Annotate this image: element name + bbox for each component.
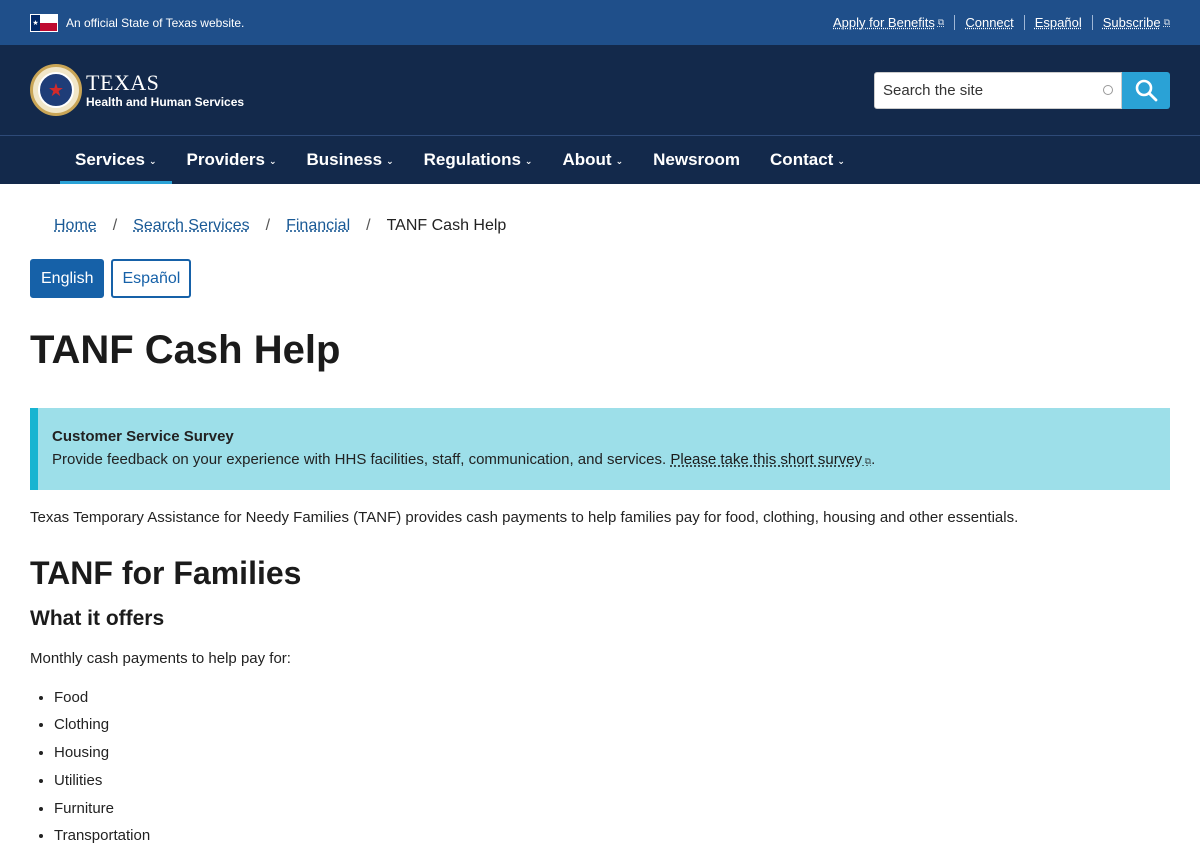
hhs-logo[interactable]: ★ TEXAS Health and Human Services xyxy=(30,64,244,116)
nav-regulations[interactable]: Regulations ⌄ xyxy=(409,136,548,184)
search-button[interactable] xyxy=(1122,71,1170,109)
breadcrumb: Home / Search Services / Financial / TAN… xyxy=(30,217,1170,235)
nav-about[interactable]: About ⌄ xyxy=(547,136,638,184)
section-title: TANF for Families xyxy=(30,554,302,591)
external-link-icon: ⧉ xyxy=(862,456,872,467)
external-link-icon: ⧉ xyxy=(1163,17,1170,27)
list-item: Food xyxy=(54,684,1170,712)
site-header: ★ TEXAS Health and Human Services xyxy=(0,45,1200,135)
breadcrumb-search-services[interactable]: Search Services xyxy=(133,217,250,235)
chevron-down-icon: ⌄ xyxy=(524,155,533,166)
list-item: Furniture xyxy=(54,795,1170,823)
site-search xyxy=(874,71,1170,109)
list-item: Transportation xyxy=(54,822,1170,844)
apply-for-benefits-link[interactable]: Apply for Benefits ⧉ xyxy=(823,15,956,30)
survey-link[interactable]: Please take this short survey ⧉ xyxy=(670,451,871,468)
official-notice: ★ An official State of Texas website. xyxy=(30,13,245,32)
official-notice-text: An official State of Texas website. xyxy=(66,15,245,30)
offers-list: Food Clothing Housing Utilities Furnitur… xyxy=(30,684,1170,844)
spanish-button[interactable]: Español xyxy=(111,259,192,298)
logo-title: TEXAS xyxy=(86,70,160,95)
nav-services[interactable]: Services ⌄ xyxy=(60,136,172,184)
utility-links: Apply for Benefits ⧉ Connect Español Subs… xyxy=(823,15,1170,30)
official-banner: ★ An official State of Texas website. Ap… xyxy=(0,0,1200,45)
nav-business[interactable]: Business ⌄ xyxy=(291,136,408,184)
nav-providers[interactable]: Providers ⌄ xyxy=(172,136,292,184)
survey-alert: Customer Service Survey Provide feedback… xyxy=(30,408,1170,490)
language-switcher: English Español xyxy=(30,259,1170,298)
texas-seal-icon: ★ xyxy=(30,64,82,116)
intro-paragraph: Texas Temporary Assistance for Needy Fam… xyxy=(30,508,1019,526)
loading-ring-icon xyxy=(1103,85,1113,95)
chevron-down-icon: ⌄ xyxy=(615,155,624,166)
chevron-down-icon: ⌄ xyxy=(268,155,277,166)
english-button[interactable]: English xyxy=(30,259,105,298)
chevron-down-icon: ⌄ xyxy=(837,155,845,166)
connect-link[interactable]: Connect xyxy=(955,15,1025,30)
list-item: Utilities xyxy=(54,767,1170,795)
page-title: TANF Cash Help xyxy=(30,328,341,372)
alert-body: Provide feedback on your experience with… xyxy=(52,451,876,469)
nav-newsroom[interactable]: Newsroom xyxy=(638,136,755,184)
list-item: Housing xyxy=(54,739,1170,767)
breadcrumb-separator: / xyxy=(265,217,271,234)
breadcrumb-current: TANF Cash Help xyxy=(386,217,507,234)
main-nav: Services ⌄ Providers ⌄ Business ⌄ Regulatio… xyxy=(0,135,1200,184)
alert-title: Customer Service Survey xyxy=(52,428,234,445)
list-item: Clothing xyxy=(54,711,1170,739)
breadcrumb-financial[interactable]: Financial xyxy=(286,217,350,235)
nav-contact[interactable]: Contact ⌄ xyxy=(755,136,860,184)
offers-intro: Monthly cash payments to help pay for: xyxy=(30,649,291,667)
search-icon xyxy=(1135,79,1158,102)
chevron-down-icon: ⌄ xyxy=(148,155,157,166)
breadcrumb-separator: / xyxy=(366,217,371,234)
section-subtitle: What it offers xyxy=(30,606,165,630)
texas-flag-icon: ★ xyxy=(30,13,58,32)
external-link-icon: ⧉ xyxy=(937,17,945,27)
logo-subtitle: Health and Human Services xyxy=(86,95,245,109)
subscribe-link[interactable]: Subscribe ⧉ xyxy=(1093,15,1170,30)
breadcrumb-separator: / xyxy=(112,217,118,234)
espanol-link[interactable]: Español xyxy=(1025,15,1093,30)
search-input[interactable] xyxy=(883,81,1103,99)
search-box xyxy=(874,71,1122,109)
breadcrumb-home[interactable]: Home xyxy=(54,217,97,235)
chevron-down-icon: ⌄ xyxy=(386,155,394,166)
main-content: Home / Search Services / Financial / TAN… xyxy=(0,217,1200,844)
